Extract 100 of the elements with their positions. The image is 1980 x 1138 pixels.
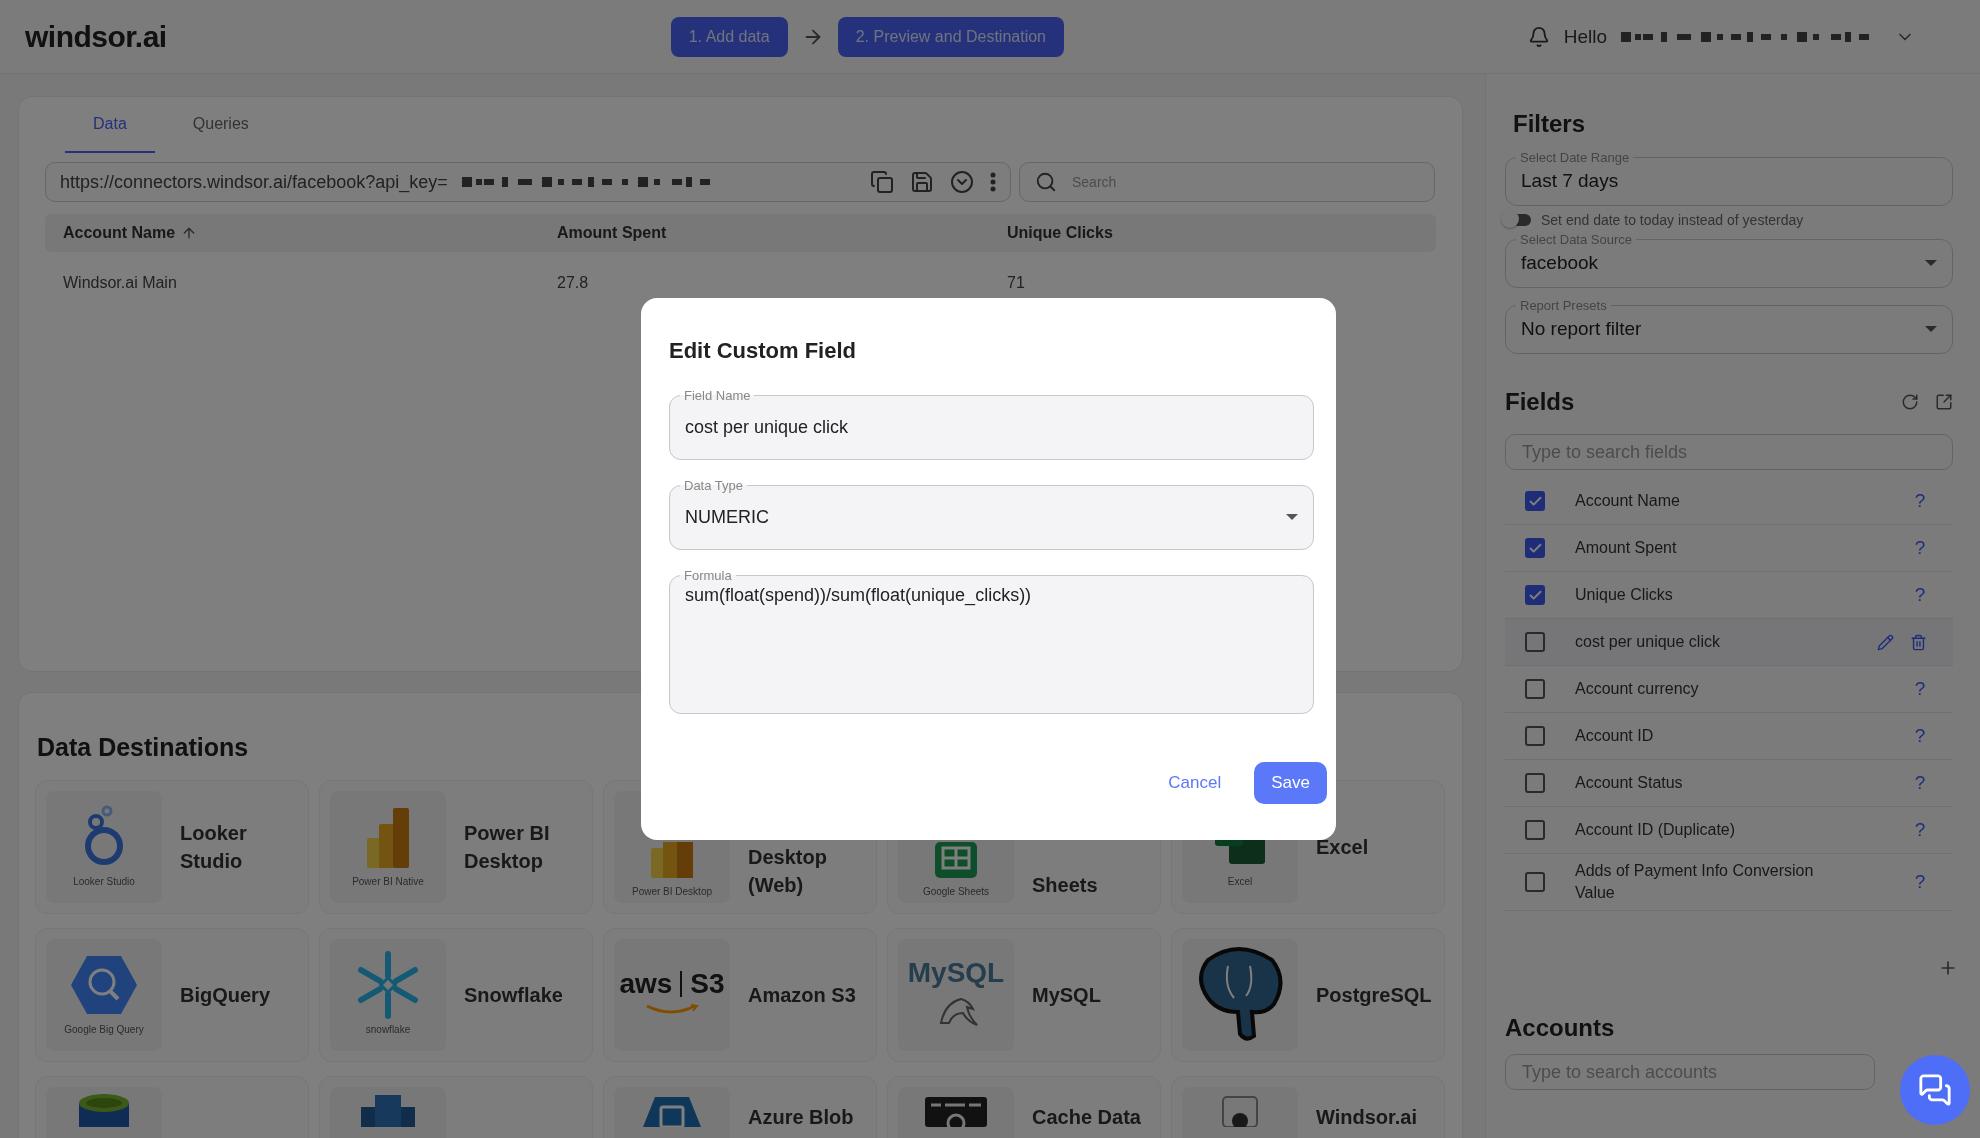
destination-card[interactable]: Google Big Query BigQuery (35, 928, 309, 1062)
field-label: cost per unique click (1575, 632, 1721, 652)
bell-icon[interactable] (1527, 25, 1550, 48)
field-row[interactable]: Adds of Payment Info Conversion Value ? (1505, 854, 1953, 911)
destination-name: Desktop (Web) (748, 845, 828, 898)
field-row[interactable]: Account ID (Duplicate) ? (1505, 807, 1953, 854)
tab[interactable]: Data (65, 97, 155, 153)
checkbox[interactable] (1525, 872, 1545, 892)
logo-wordmark: aws (619, 968, 673, 1000)
field-label: Adds of Payment Info Conversion Value (1575, 861, 1815, 903)
trash-icon[interactable] (1910, 633, 1927, 651)
field-row[interactable]: Account ID ? (1505, 713, 1953, 760)
destination-card[interactable]: PostgreSQL (1171, 928, 1445, 1062)
dialog-title: Edit Custom Field (669, 338, 857, 364)
table-cell-text: Windsor.ai Main (63, 274, 178, 292)
destination-card[interactable]: snowflake Snowflake (319, 928, 593, 1062)
checkbox[interactable] (1525, 585, 1545, 605)
column-header[interactable]: Account Name (63, 224, 176, 242)
logo-caption: Excel (1227, 875, 1253, 887)
checkbox[interactable] (1525, 773, 1545, 793)
field-label: Amount Spent (1575, 538, 1678, 558)
table-cell-text: 71 (1007, 274, 1026, 292)
help-icon[interactable]: ? (1913, 819, 1927, 841)
greeting: Hello (1563, 25, 1607, 48)
destination-name: Sheets (1032, 873, 1098, 898)
search-icon (1035, 171, 1057, 193)
field-row[interactable]: Account Name ? (1505, 478, 1953, 525)
logo-caption: snowflake (365, 1023, 411, 1035)
destination-name: Amazon S3 (748, 983, 856, 1008)
field-label: Account Name (1575, 491, 1681, 511)
url-field[interactable]: https://connectors.windsor.ai/facebook?api_key= (45, 162, 1011, 202)
checkbox[interactable] (1525, 491, 1545, 511)
field-row[interactable]: Amount Spent ? (1505, 525, 1953, 572)
refresh-icon[interactable] (1901, 393, 1919, 411)
formula-field[interactable]: Formula sum(float(spend))/sum(float(unique_clicks)) (669, 568, 1314, 714)
destination-card[interactable]: aws S3 Amazon S3 (603, 928, 877, 1062)
destination-name: Windsor.ai (1316, 1105, 1417, 1130)
column-header[interactable]: Unique Clicks (1007, 224, 1113, 242)
destination-name: Power BI Desktop (464, 821, 551, 874)
section-title: Data Destinations (37, 733, 249, 762)
help-icon[interactable]: ? (1913, 871, 1927, 893)
field-name-input[interactable]: Field Name cost per unique click (669, 388, 1314, 460)
destination-card[interactable]: Cache Data (887, 1076, 1161, 1138)
field-row[interactable]: Account Status ? (1505, 760, 1953, 807)
caret-icon (1285, 513, 1299, 521)
destination-name: MySQL (1032, 983, 1101, 1008)
divider-line (680, 971, 683, 997)
destination-card[interactable]: Windsor.ai (1171, 1076, 1445, 1138)
section-title: Fields (1505, 388, 1575, 416)
help-icon[interactable]: ? (1913, 490, 1927, 512)
section-title: Accounts (1505, 1014, 1616, 1042)
help-icon[interactable]: ? (1913, 584, 1927, 606)
caret-icon (1924, 325, 1938, 333)
data-type-select[interactable]: Data Type NUMERIC (669, 478, 1314, 550)
checkbox[interactable] (1525, 726, 1545, 746)
destination-card[interactable]: Azure Blob (603, 1076, 877, 1138)
destination-name: Snowflake (464, 983, 563, 1008)
step-button[interactable]: 1. Add data (670, 16, 788, 57)
step-button[interactable]: 2. Preview and Destination (837, 16, 1064, 57)
destination-card[interactable]: MySQL MySQL (887, 928, 1161, 1062)
pencil-icon[interactable] (1877, 633, 1894, 651)
section-title: Filters (1512, 110, 1587, 138)
help-icon[interactable]: ? (1913, 725, 1927, 747)
report-presets-select[interactable]: Report Presets No report filter (1505, 298, 1953, 354)
tab[interactable]: Queries (164, 97, 277, 153)
table-cell-text: 27.8 (557, 274, 590, 292)
copy-icon[interactable] (870, 170, 894, 194)
external-link-icon[interactable] (1935, 393, 1953, 411)
save-button[interactable]: Save (1254, 762, 1327, 804)
data-source-select[interactable]: Select Data Source facebook (1505, 232, 1953, 288)
logo-caption: Looker Studio (73, 875, 135, 887)
checkbox[interactable] (1525, 820, 1545, 840)
column-header[interactable]: Amount Spent (557, 224, 667, 242)
field-label: Account ID (1575, 726, 1655, 746)
chat-bubbles-icon (1918, 1073, 1952, 1107)
destination-name: Cache Data (1032, 1105, 1141, 1130)
caret-icon (1924, 259, 1938, 267)
checkbox[interactable] (1525, 679, 1545, 699)
destination-name: PostgreSQL (1316, 983, 1432, 1008)
field-label: Account currency (1575, 679, 1700, 699)
circle-chevron-icon[interactable] (950, 170, 974, 194)
custom-field-row[interactable]: cost per unique click (1505, 619, 1953, 666)
field-label: Unique Clicks (1575, 585, 1674, 605)
logo-wordmark: S3 (690, 968, 725, 1000)
checkbox[interactable] (1525, 632, 1545, 652)
more-icon[interactable] (990, 172, 996, 192)
help-icon[interactable]: ? (1913, 537, 1927, 559)
field-row[interactable]: Account currency ? (1505, 666, 1953, 713)
checkbox[interactable] (1525, 538, 1545, 558)
save-icon[interactable] (910, 170, 934, 194)
destination-card[interactable]: Power BI Native Power BI Desktop (319, 780, 593, 914)
destination-name: Azure Blob (748, 1105, 854, 1130)
logo-caption: Power BI Desktop (631, 886, 712, 897)
destination-card[interactable]: Looker Studio Looker Studio (35, 780, 309, 914)
help-icon[interactable]: ? (1913, 678, 1927, 700)
destination-name: BigQuery (180, 983, 271, 1008)
destination-name: Excel (1316, 835, 1369, 860)
field-label: Account Status (1575, 773, 1684, 793)
date-range-field[interactable]: Select Date Range Last 7 days (1505, 150, 1953, 206)
help-icon[interactable]: ? (1913, 772, 1927, 794)
